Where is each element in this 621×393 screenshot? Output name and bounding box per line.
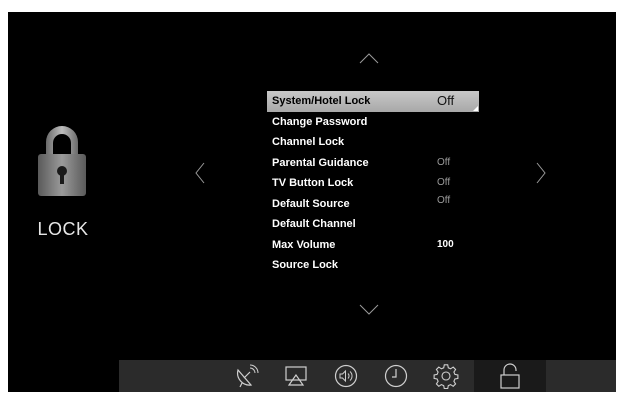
sound-speaker-icon — [334, 364, 358, 388]
selection-corner-marker — [473, 105, 478, 111]
satellite-dish-icon — [237, 364, 259, 388]
tab-lock[interactable] — [474, 360, 546, 392]
menu-item-label: Source Lock — [272, 259, 339, 271]
tab-picture[interactable] — [277, 360, 315, 392]
menu-item-value: Off — [437, 93, 455, 108]
picture-display-icon — [285, 366, 307, 386]
menu-item-parental-guidance[interactable]: Parental Guidance Off — [267, 153, 479, 174]
tab-time[interactable] — [377, 360, 415, 392]
menu-item-max-volume[interactable]: Max Volume 100 — [267, 235, 479, 256]
lock-menu: System/Hotel Lock Off Change Password Ch… — [267, 91, 479, 276]
menu-item-label: Parental Guidance — [272, 156, 369, 169]
menu-item-label: Max Volume — [272, 238, 336, 251]
menu-item-label: Channel Lock — [272, 136, 345, 148]
padlock-closed-icon — [38, 126, 86, 196]
menu-item-default-source[interactable]: Default Source Off — [267, 194, 479, 215]
menu-item-system-hotel-lock[interactable]: System/Hotel Lock Off — [267, 91, 479, 112]
menu-item-channel-lock[interactable]: Channel Lock — [267, 132, 479, 153]
gear-icon — [433, 364, 459, 389]
chevron-down-icon[interactable] — [359, 304, 379, 316]
menu-item-change-password[interactable]: Change Password — [267, 112, 479, 133]
category-panel: LOCK — [8, 12, 128, 372]
menu-item-label: Default Source — [272, 197, 350, 210]
category-title: LOCK — [37, 219, 89, 239]
menu-item-default-channel[interactable]: Default Channel — [267, 214, 479, 235]
menu-item-label: Default Channel — [272, 218, 356, 230]
menu-item-label: System/Hotel Lock — [272, 95, 371, 107]
padlock-open-icon — [500, 363, 520, 389]
chevron-right-icon[interactable] — [536, 162, 546, 184]
tab-sound[interactable] — [327, 360, 365, 392]
chevron-up-icon[interactable] — [359, 52, 379, 64]
menu-item-label: Change Password — [272, 115, 368, 128]
tab-channel[interactable] — [227, 360, 265, 392]
menu-item-source-lock[interactable]: Source Lock — [267, 255, 479, 276]
menu-item-value: Off — [437, 156, 451, 168]
menu-item-value: 100 — [437, 238, 454, 250]
menu-item-value: Off — [437, 194, 451, 206]
clock-icon — [384, 364, 408, 388]
tv-screen: LOCK System/Hotel Lock Off Change Passwo… — [8, 12, 616, 392]
bottom-menu-bar — [119, 360, 616, 392]
chevron-left-icon[interactable] — [195, 162, 205, 184]
menu-item-label: TV Button Lock — [272, 177, 354, 189]
tab-setup[interactable] — [427, 360, 465, 392]
